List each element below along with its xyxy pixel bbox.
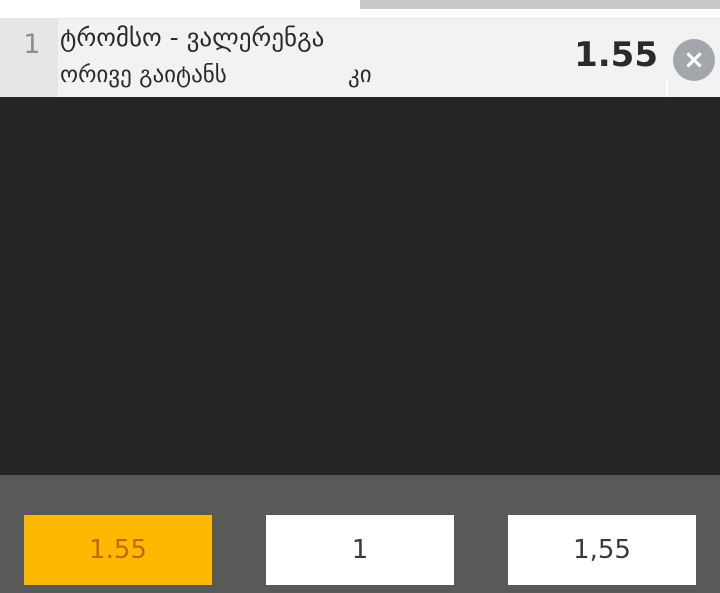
scroll-indicator bbox=[360, 0, 720, 9]
bet-list-area bbox=[0, 97, 720, 475]
quick-option-2-button[interactable]: 1 bbox=[266, 515, 454, 585]
quick-stake-bar: 1.55 1 1,55 bbox=[0, 475, 720, 593]
quick-option-1-button[interactable]: 1.55 bbox=[24, 515, 212, 585]
top-strip bbox=[0, 0, 720, 18]
bet-index-cell: 1 bbox=[0, 19, 58, 98]
divider bbox=[666, 79, 668, 99]
bet-outcome: კი bbox=[348, 62, 372, 88]
bet-match-name: ტრომსო - ვალერენგა bbox=[60, 23, 325, 52]
quick-option-3-button[interactable]: 1,55 bbox=[508, 515, 696, 585]
bet-market-name: ორივე გაიტანს bbox=[60, 62, 227, 88]
close-icon[interactable]: × bbox=[673, 39, 715, 81]
bet-index: 1 bbox=[23, 29, 41, 60]
bet-odds: 1.55 bbox=[574, 35, 658, 75]
bet-slip-row[interactable]: 1 ტრომსო - ვალერენგა ორივე გაიტანს კი 1.… bbox=[0, 18, 720, 99]
